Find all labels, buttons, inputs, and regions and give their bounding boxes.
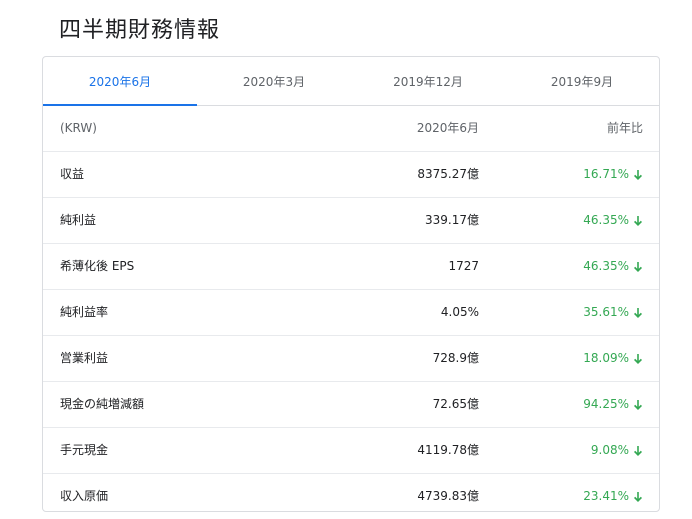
row-label: 収益 xyxy=(60,167,85,181)
row-change: 23.41% xyxy=(583,474,643,511)
row-value: 339.17億 xyxy=(425,213,479,227)
change-percent: 23.41% xyxy=(583,489,629,503)
row-change: 46.35% xyxy=(583,244,643,289)
arrow-down-icon xyxy=(634,445,642,456)
row-change: 46.35% xyxy=(583,198,643,243)
table-row: 営業利益 728.9億 18.09% xyxy=(43,336,659,382)
arrow-down-icon xyxy=(634,353,642,364)
row-value: 1727 xyxy=(448,259,479,273)
row-label: 手元現金 xyxy=(60,443,109,457)
arrow-down-icon xyxy=(634,261,642,272)
change-percent: 35.61% xyxy=(583,305,629,319)
table-row: 手元現金 4119.78億 9.08% xyxy=(43,428,659,474)
change-percent: 94.25% xyxy=(583,397,629,411)
table-row: 純利益 339.17億 46.35% xyxy=(43,198,659,244)
change-percent: 46.35% xyxy=(583,213,629,227)
row-label: 収入原価 xyxy=(60,489,109,503)
row-change: 9.08% xyxy=(591,428,643,473)
yoy-header-label: 前年比 xyxy=(606,121,643,135)
arrow-down-icon xyxy=(634,169,642,180)
table-row: 現金の純増減額 72.65億 94.25% xyxy=(43,382,659,428)
financials-table: (KRW) 2020年6月 前年比 収益 8375.27億 16.71% 純利益… xyxy=(43,106,659,511)
table-row: 収入原価 4739.83億 23.41% xyxy=(43,474,659,511)
arrow-down-icon xyxy=(634,399,642,410)
tab-2020-06[interactable]: 2020年6月 xyxy=(43,57,197,106)
table-row: 収益 8375.27億 16.71% xyxy=(43,152,659,198)
tab-2020-03[interactable]: 2020年3月 xyxy=(197,57,351,105)
row-value: 4739.83億 xyxy=(417,489,479,503)
row-change: 35.61% xyxy=(583,290,643,335)
tab-label: 2020年3月 xyxy=(242,74,306,89)
table-row: 希薄化後 EPS 1727 46.35% xyxy=(43,244,659,290)
row-label: 純利益率 xyxy=(60,305,109,319)
table-row: 純利益率 4.05% 35.61% xyxy=(43,290,659,336)
row-value: 72.65億 xyxy=(432,397,479,411)
row-label: 純利益 xyxy=(60,213,97,227)
currency-label: (KRW) xyxy=(60,121,97,135)
row-label: 希薄化後 EPS xyxy=(60,259,135,273)
change-percent: 9.08% xyxy=(590,443,629,457)
change-percent: 18.09% xyxy=(583,351,629,365)
row-change: 16.71% xyxy=(583,152,643,197)
period-header: 2020年6月 xyxy=(416,121,479,135)
arrow-down-icon xyxy=(634,491,642,502)
yoy-header: 前年比 xyxy=(607,106,643,151)
arrow-down-icon xyxy=(634,307,642,318)
tab-label: 2019年9月 xyxy=(550,74,614,89)
row-change: 18.09% xyxy=(583,336,643,381)
financials-card: 2020年6月 2020年3月 2019年12月 2019年9月 (KRW) 2… xyxy=(42,56,660,512)
row-value: 4119.78億 xyxy=(417,443,479,457)
row-label: 現金の純増減額 xyxy=(60,397,145,411)
row-value: 8375.27億 xyxy=(417,167,479,181)
row-label: 営業利益 xyxy=(60,351,109,365)
row-value: 4.05% xyxy=(440,305,479,319)
tab-2019-12[interactable]: 2019年12月 xyxy=(351,57,505,105)
change-percent: 46.35% xyxy=(583,259,629,273)
tab-label: 2020年6月 xyxy=(88,74,152,89)
period-tabs: 2020年6月 2020年3月 2019年12月 2019年9月 xyxy=(43,57,659,106)
page-title: 四半期財務情報 xyxy=(59,18,221,43)
change-percent: 16.71% xyxy=(583,167,629,181)
arrow-down-icon xyxy=(634,215,642,226)
tab-2019-09[interactable]: 2019年9月 xyxy=(505,57,659,105)
table-header-row: (KRW) 2020年6月 前年比 xyxy=(43,106,659,152)
row-value: 728.9億 xyxy=(432,351,479,365)
row-change: 94.25% xyxy=(583,382,643,427)
tab-label: 2019年12月 xyxy=(393,74,463,89)
